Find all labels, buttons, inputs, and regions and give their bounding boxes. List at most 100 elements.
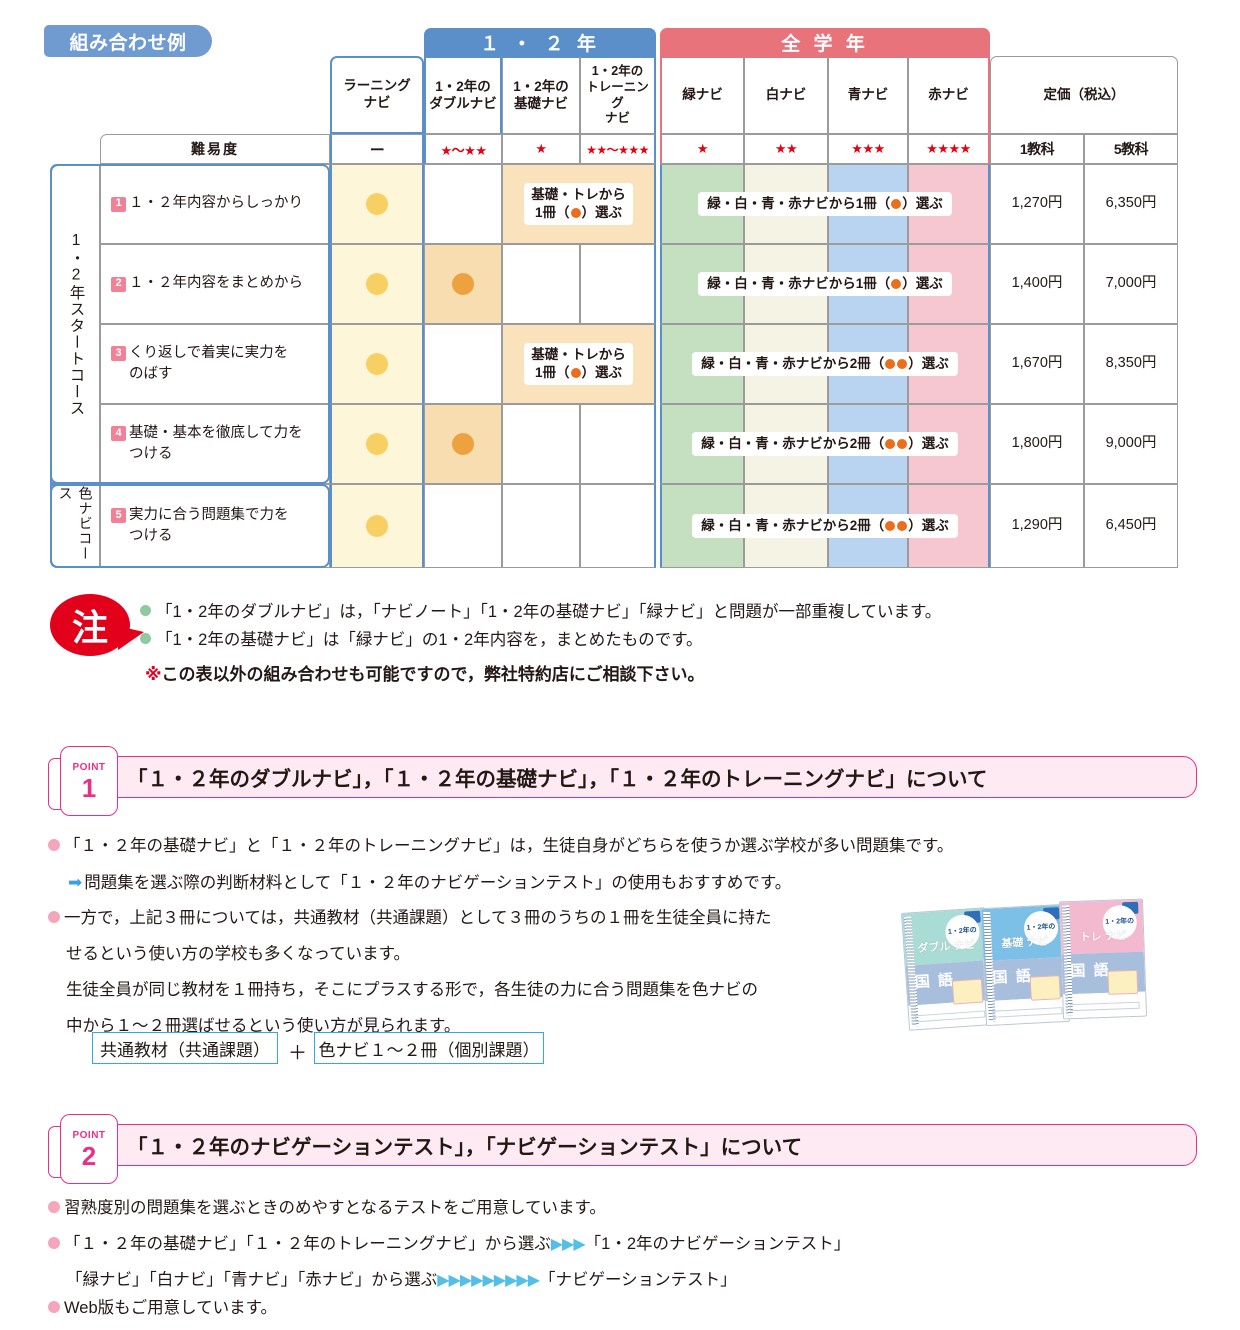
orange-dot-icon	[897, 359, 908, 370]
point1-line: ➡ 問題集を選ぶ際の判断材料として「１・２年のナビゲーションテスト」の使用もおすす…	[68, 873, 792, 892]
point1-line: 一方で，上記３冊については，共通教材（共通課題）として３冊のうちの１冊を生徒全員…	[48, 910, 772, 927]
header-price: 定価（税込）	[990, 56, 1178, 134]
difficulty-red: ★★★★	[908, 134, 990, 164]
point2-number: 2	[81, 1140, 97, 1171]
orange-dot-icon	[570, 208, 581, 218]
arrow-right-icon: ➡	[68, 873, 83, 892]
formula-plus: ＋	[288, 1043, 308, 1064]
price-col-1kyoka: 1教科	[990, 134, 1084, 164]
price-col-5kyoka: 5教科	[1084, 134, 1178, 164]
orange-dot-icon	[885, 439, 896, 450]
orange-dot-icon	[891, 279, 902, 290]
difficulty-white: ★★	[744, 134, 828, 164]
price-1kyoka: 1,400円	[990, 244, 1084, 324]
price-5kyoka: 8,350円	[1084, 324, 1178, 404]
cell-kiso-training-group: 基礎・トレから 1冊（ ）選ぶ	[502, 164, 656, 244]
point1-line: せるという使い方の学校も多くなっています。	[66, 945, 411, 963]
price-5kyoka: 6,450円	[1084, 484, 1178, 568]
selection-dot	[366, 433, 388, 455]
cell-learning-navi	[330, 164, 424, 244]
cell-training-navi	[580, 484, 656, 568]
cell-double-navi	[424, 324, 502, 404]
row-number-badge: 1	[111, 196, 126, 212]
orange-dot-icon	[570, 368, 581, 378]
point1-header-bar: 「１・２年のダブルナビ」，「１・２年の基礎ナビ」，「１・２年のトレーニングナビ」…	[112, 756, 1197, 798]
header-green-navi: 緑ナビ	[660, 56, 744, 134]
header-red-navi: 赤ナビ	[908, 56, 990, 134]
row-number-badge: 3	[111, 346, 126, 362]
cell-kiso-navi	[502, 484, 580, 568]
color-navi-pill: 緑・白・青・赤ナビから2冊（ ）選ぶ	[692, 432, 958, 456]
note-item: 「1・2年の基礎ナビ」は「緑ナビ」の1・2年内容を，まとめたものです。	[140, 626, 703, 650]
cell-learning-navi	[330, 324, 424, 404]
color-navi-pill: 緑・白・青・赤ナビから1冊（ ）選ぶ	[698, 272, 952, 296]
book-cover-kiso-navi: 1・2年の 基礎 ナビ 国 語	[979, 903, 1071, 1027]
point2-line: 習熟度別の問題集を選ぶときのめやすとなるテストをご用意しています。	[48, 1200, 606, 1217]
book-cover-double-navi: 1・2年の ダブル ナビ 国 語	[900, 907, 994, 1031]
book-brand: トレ ナビ	[1079, 930, 1127, 944]
book-sticker-icon	[1029, 975, 1061, 1001]
price-1kyoka: 1,670円	[990, 324, 1084, 404]
header-kiso-navi: 1・2年の 基礎ナビ	[502, 56, 580, 134]
point2-flow1: 「１・２年の基礎ナビ」「１・２年のトレーニングナビ」から選ぶ▶▶▶「1・2年のナ…	[48, 1236, 850, 1253]
selection-dot	[366, 273, 388, 295]
orange-dot-icon	[891, 199, 902, 210]
cell-learning-navi	[330, 404, 424, 484]
row-number-badge: 4	[111, 426, 126, 442]
note-footnote: ※この表以外の組み合わせも可能ですので，弊社特約店にご相談下さい。	[145, 665, 705, 684]
book-covers-image: 1・2年の ダブル ナビ 国 語 1・2年の 基礎 ナビ 国 語 1・2年の ト	[900, 898, 1155, 1038]
notes-section: 注 「1・2年のダブルナビ」は，「ナビノート」「1・2年の基礎ナビ」「緑ナビ」と…	[0, 590, 1240, 700]
cell-double-navi	[424, 404, 502, 484]
cell-kiso-navi	[502, 404, 580, 484]
row-number-badge: 2	[111, 276, 126, 292]
color-navi-pill-wrap: 緑・白・青・赤ナビから1冊（ ）選ぶ	[660, 244, 990, 324]
row-name: 1 １・２年内容からしっかり	[100, 164, 330, 244]
row-name: 5 実力に合う問題集で力を つける	[100, 484, 330, 568]
price-5kyoka: 6,350円	[1084, 164, 1178, 244]
color-navi-pill-wrap: 緑・白・青・赤ナビから1冊（ ）選ぶ	[660, 164, 990, 244]
price-1kyoka: 1,800円	[990, 404, 1084, 484]
book-subject: 国 語	[914, 971, 956, 992]
row-name: 2 １・２年内容をまとめから	[100, 244, 330, 324]
selection-dot	[452, 273, 474, 295]
color-navi-pill-wrap: 緑・白・青・赤ナビから2冊（ ）選ぶ	[660, 484, 990, 568]
price-5kyoka: 9,000円	[1084, 404, 1178, 484]
difficulty-double: ★〜★★	[424, 134, 502, 164]
point2-header-bar: 「１・２年のナビゲーションテスト」，「ナビゲーションテスト」について	[112, 1124, 1197, 1166]
point1-line: 生徒全員が同じ教材を１冊持ち，そこにプラスする形で，各生徒の力に合う問題集を色ナ…	[66, 981, 759, 999]
selection-dot	[366, 353, 388, 375]
point1-title: 「１・２年のダブルナビ」，「１・２年の基礎ナビ」，「１・２年のトレーニングナビ」…	[127, 768, 988, 791]
point1-line: 「１・２年の基礎ナビ」と「１・２年のトレーニングナビ」は，生徒自身がどちらを使う…	[48, 838, 953, 855]
point2-tab: POINT 2	[60, 1114, 118, 1184]
point1-number: 1	[81, 772, 97, 803]
kiso-training-pill: 基礎・トレから 1冊（ ）選ぶ	[524, 183, 633, 225]
pink-bullet-icon	[48, 1301, 60, 1313]
price-1kyoka: 1,290円	[990, 484, 1084, 568]
orange-dot-icon	[885, 521, 896, 532]
difficulty-green: ★	[660, 134, 744, 164]
combination-table: １ ・ ２ 年 全 学 年 ラーニング ナビ 1・2年の ダブルナビ 1・2年の 基礎…	[0, 0, 1240, 580]
green-bullet-icon	[140, 633, 151, 644]
green-bullet-icon	[140, 605, 151, 616]
band-grade12: １ ・ ２ 年	[424, 28, 656, 56]
cell-training-navi	[580, 404, 656, 484]
cell-double-navi	[424, 164, 502, 244]
cell-kiso-training-group: 基礎・トレから 1冊（ ）選ぶ	[502, 324, 656, 404]
course-label-start-text: 1・2年スタートコース	[67, 231, 85, 417]
pink-bullet-icon	[48, 1237, 60, 1249]
course-label-start: 1・2年スタートコース	[50, 164, 100, 484]
orange-dot-icon	[897, 521, 908, 532]
header-blue-navi: 青ナビ	[828, 56, 908, 134]
header-white-navi: 白ナビ	[744, 56, 828, 134]
formula-right-box: 色ナビ１〜２冊（個別課題）	[314, 1032, 544, 1064]
kiso-training-pill-line2: 1冊（ ）選ぶ	[534, 205, 622, 220]
price-1kyoka: 1,270円	[990, 164, 1084, 244]
color-navi-pill-wrap: 緑・白・青・赤ナビから2冊（ ）選ぶ	[660, 324, 990, 404]
book-cover-training-navi: 1・2年の トレ ナビ 国 語	[1058, 898, 1148, 1020]
header-learning-navi: ラーニング ナビ	[330, 56, 424, 134]
selection-dot	[452, 433, 474, 455]
row-number-badge: 5	[111, 508, 126, 524]
header-double-navi: 1・2年の ダブルナビ	[424, 56, 502, 134]
course-label-color: 色ナビコース	[50, 484, 100, 568]
point2-title: 「１・２年のナビゲーションテスト」，「ナビゲーションテスト」について	[127, 1136, 803, 1159]
